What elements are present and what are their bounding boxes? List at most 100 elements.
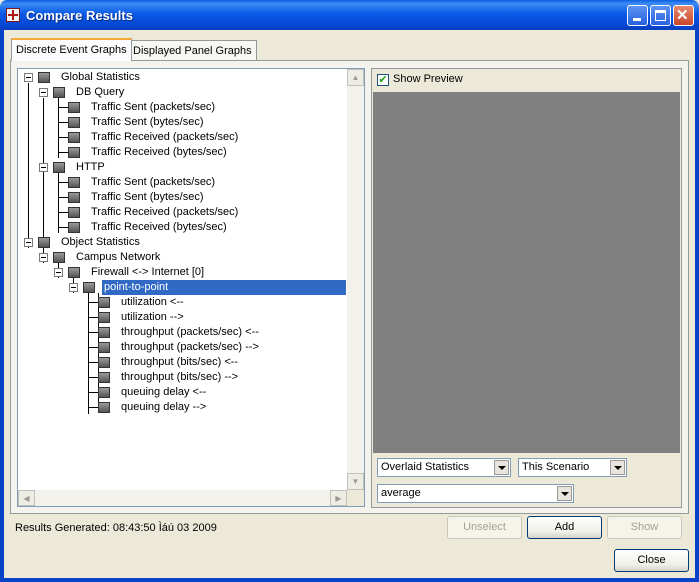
tree-node-stat[interactable]: queuing delay --> xyxy=(18,400,348,415)
tree-vertical-scrollbar[interactable]: ▲ ▼ xyxy=(347,69,364,490)
tree-node-label: queuing delay <-- xyxy=(121,386,207,398)
folder-icon xyxy=(83,282,95,293)
statistic-icon xyxy=(98,312,110,323)
unselect-button[interactable]: Unselect xyxy=(447,516,522,539)
collapse-icon[interactable] xyxy=(39,163,48,172)
show-preview-label[interactable]: Show Preview xyxy=(393,73,463,85)
tree-node-stat[interactable]: utilization <-- xyxy=(18,295,348,310)
tree-node-db-query[interactable]: DB Query xyxy=(18,85,348,100)
close-icon: ✕ xyxy=(676,7,689,24)
tree-horizontal-scrollbar[interactable]: ◀ ▶ xyxy=(18,490,347,506)
tree-connector xyxy=(88,362,98,363)
tree-node-stat[interactable]: Traffic Received (packets/sec) xyxy=(18,205,348,220)
title-bar[interactable]: Compare Results ✕ xyxy=(0,0,699,30)
tree-node-label: DB Query xyxy=(76,86,125,98)
tree-node-http[interactable]: HTTP xyxy=(18,160,348,175)
tree-node-stat[interactable]: throughput (bits/sec) <-- xyxy=(18,355,348,370)
overlay-mode-select[interactable]: Overlaid Statistics xyxy=(377,458,511,477)
filter-select[interactable]: average xyxy=(377,484,574,503)
maximize-button[interactable] xyxy=(650,5,671,26)
tree-node-stat[interactable]: throughput (bits/sec) --> xyxy=(18,370,348,385)
tree-connector xyxy=(88,377,98,378)
statistics-tree[interactable]: Global Statistics DB Query Traffic Sent … xyxy=(17,68,365,507)
collapse-icon[interactable] xyxy=(24,73,33,82)
scroll-left-icon[interactable]: ◀ xyxy=(18,490,35,506)
statistic-icon xyxy=(98,402,110,413)
tree-node-label: point-to-point xyxy=(102,280,346,295)
collapse-icon[interactable] xyxy=(39,253,48,262)
tree-node-label: Firewall <-> Internet [0] xyxy=(91,266,205,278)
tree-node-label: Traffic Received (packets/sec) xyxy=(91,206,239,218)
tree-node-stat[interactable]: throughput (packets/sec) <-- xyxy=(18,325,348,340)
add-button[interactable]: Add xyxy=(527,516,602,539)
chevron-down-icon[interactable] xyxy=(494,460,509,475)
scenario-value: This Scenario xyxy=(522,461,590,473)
statistic-icon xyxy=(68,147,80,158)
graph-preview-area xyxy=(373,92,680,453)
tree-node-label: queuing delay --> xyxy=(121,401,207,413)
window-frame-right xyxy=(695,30,699,582)
statistic-icon xyxy=(98,297,110,308)
close-button[interactable]: Close xyxy=(614,549,689,572)
tree-node-stat[interactable]: throughput (packets/sec) --> xyxy=(18,340,348,355)
statistic-icon xyxy=(98,327,110,338)
folder-icon xyxy=(38,237,50,248)
tree-node-stat[interactable]: Traffic Received (bytes/sec) xyxy=(18,220,348,235)
overlay-mode-value: Overlaid Statistics xyxy=(381,461,470,473)
tree-node-label: utilization <-- xyxy=(121,296,184,308)
tree-connector xyxy=(58,137,68,138)
chevron-down-icon[interactable] xyxy=(610,460,625,475)
tree-node-stat[interactable]: Traffic Sent (packets/sec) xyxy=(18,100,348,115)
minimize-icon xyxy=(633,18,641,21)
tree-node-stat[interactable]: queuing delay <-- xyxy=(18,385,348,400)
tree-node-label: utilization --> xyxy=(121,311,184,323)
window-frame-bottom xyxy=(0,578,699,582)
collapse-icon[interactable] xyxy=(24,238,33,247)
tree-connector xyxy=(88,302,98,303)
statistic-icon xyxy=(68,117,80,128)
tree-node-stat[interactable]: Traffic Received (bytes/sec) xyxy=(18,145,348,160)
show-preview-checkbox[interactable]: ✔ xyxy=(377,74,389,86)
collapse-icon[interactable] xyxy=(39,88,48,97)
chevron-down-icon[interactable] xyxy=(557,486,572,501)
statistic-icon xyxy=(68,102,80,113)
scroll-up-icon[interactable]: ▲ xyxy=(347,69,364,86)
results-generated-status: Results Generated: 08:43:50 Ìáú 03 2009 xyxy=(15,522,217,534)
tree-node-stat[interactable]: Traffic Sent (packets/sec) xyxy=(18,175,348,190)
folder-icon xyxy=(53,87,65,98)
show-button[interactable]: Show xyxy=(607,516,682,539)
scrollbar-corner xyxy=(347,490,364,506)
minimize-button[interactable] xyxy=(627,5,648,26)
folder-icon xyxy=(53,252,65,263)
tab-discrete-event-graphs[interactable]: Discrete Event Graphs xyxy=(11,38,132,61)
tree-node-label: Traffic Received (bytes/sec) xyxy=(91,146,227,158)
tree-node-label: Traffic Sent (packets/sec) xyxy=(91,176,216,188)
collapse-icon[interactable] xyxy=(54,268,63,277)
tab-displayed-panel-graphs[interactable]: Displayed Panel Graphs xyxy=(128,40,257,60)
statistic-icon xyxy=(68,222,80,233)
tree-node-firewall-link[interactable]: Firewall <-> Internet [0] xyxy=(18,265,348,280)
opnet-app-icon[interactable] xyxy=(6,8,20,22)
tree-node-stat[interactable]: Traffic Sent (bytes/sec) xyxy=(18,115,348,130)
scroll-down-icon[interactable]: ▼ xyxy=(347,473,364,490)
folder-icon xyxy=(68,267,80,278)
close-window-button[interactable]: ✕ xyxy=(673,5,694,26)
tree-node-stat[interactable]: utilization --> xyxy=(18,310,348,325)
tree-node-label: Object Statistics xyxy=(61,236,140,248)
folder-icon xyxy=(38,72,50,83)
window-title: Compare Results xyxy=(26,8,133,23)
collapse-icon[interactable] xyxy=(69,283,78,292)
tree-node-label: Traffic Sent (bytes/sec) xyxy=(91,191,204,203)
scenario-select[interactable]: This Scenario xyxy=(518,458,627,477)
tree-node-object-statistics[interactable]: Object Statistics xyxy=(18,235,348,250)
statistic-icon xyxy=(68,132,80,143)
scroll-right-icon[interactable]: ▶ xyxy=(330,490,347,506)
statistic-icon xyxy=(98,357,110,368)
tree-node-stat[interactable]: Traffic Received (packets/sec) xyxy=(18,130,348,145)
tree-node-point-to-point[interactable]: point-to-point xyxy=(18,280,348,295)
window-frame-left xyxy=(0,30,4,582)
tree-node-global-statistics[interactable]: Global Statistics xyxy=(18,70,348,85)
tree-node-campus-network[interactable]: Campus Network xyxy=(18,250,348,265)
statistic-icon xyxy=(68,192,80,203)
tree-node-stat[interactable]: Traffic Sent (bytes/sec) xyxy=(18,190,348,205)
